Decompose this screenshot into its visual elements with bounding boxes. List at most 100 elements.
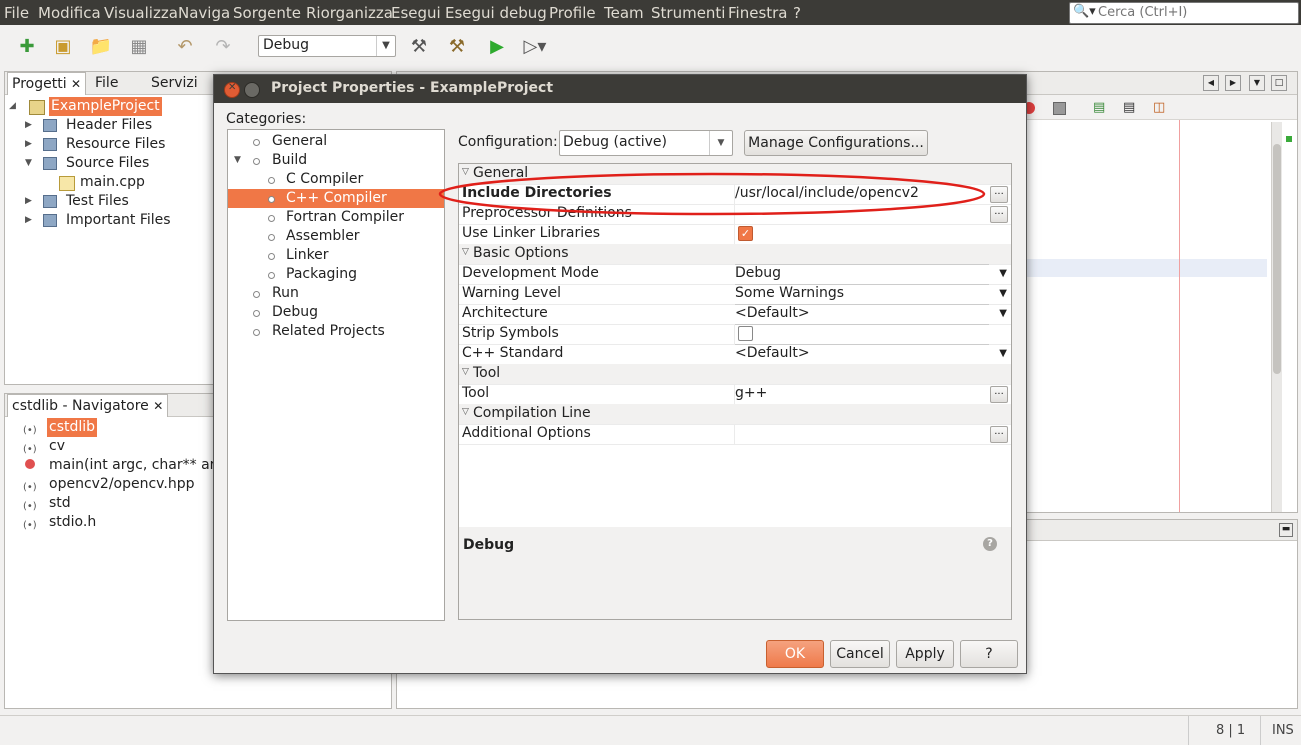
save-all-icon[interactable]: ▦ bbox=[126, 33, 152, 59]
prop-strip-symbols[interactable]: Strip Symbols bbox=[459, 324, 1011, 345]
prop-cpp-standard[interactable]: C++ Standard <Default> ▼ bbox=[459, 344, 1011, 365]
tab-list-icon[interactable]: ▼ bbox=[1249, 75, 1265, 91]
clean-build-icon[interactable]: ⚒ bbox=[444, 33, 470, 59]
category-cpp-compiler[interactable]: C++ Compiler bbox=[228, 189, 444, 208]
apply-button[interactable]: Apply bbox=[896, 640, 954, 668]
category-packaging[interactable]: Packaging bbox=[228, 265, 444, 284]
manage-configurations-button[interactable]: Manage Configurations... bbox=[744, 130, 928, 156]
search-input[interactable] bbox=[1098, 4, 1293, 20]
category-build[interactable]: ▼ Build bbox=[228, 151, 444, 170]
menu-finestra[interactable]: Finestra bbox=[728, 4, 788, 22]
cpp-file-icon bbox=[59, 176, 75, 191]
search-icon: 🔍▾ bbox=[1073, 4, 1096, 19]
category-general[interactable]: General bbox=[228, 132, 444, 151]
open-project-icon[interactable]: 📁 bbox=[88, 33, 114, 59]
tab-servizi[interactable]: Servizi bbox=[147, 72, 202, 94]
menu-riorganizza[interactable]: Riorganizza bbox=[306, 4, 393, 22]
status-divider bbox=[1188, 716, 1189, 745]
search-box[interactable]: 🔍▾ bbox=[1069, 2, 1299, 24]
menu-team[interactable]: Team bbox=[604, 4, 644, 22]
use-linker-libraries-checkbox[interactable]: ✓ bbox=[738, 226, 753, 241]
category-fortran-compiler[interactable]: Fortran Compiler bbox=[228, 208, 444, 227]
close-icon[interactable]: ✕ bbox=[153, 399, 163, 413]
scrollbar-thumb[interactable] bbox=[1273, 144, 1281, 374]
tab-progetti[interactable]: Progetti ✕ bbox=[7, 72, 87, 95]
menu-profile[interactable]: Profile bbox=[549, 4, 596, 22]
help-button[interactable]: ? bbox=[960, 640, 1018, 668]
group-compilation-line[interactable]: ▽ Compilation Line bbox=[459, 404, 1011, 425]
menu-file[interactable]: File bbox=[4, 4, 29, 22]
collapsed-triangle-icon: ▶ bbox=[25, 139, 32, 149]
prop-warning-level[interactable]: Warning Level Some Warnings ▼ bbox=[459, 284, 1011, 305]
prop-tool[interactable]: Tool g++ ... bbox=[459, 384, 1011, 405]
column-separator bbox=[734, 324, 735, 344]
project-properties-dialog: ✕ Project Properties - ExampleProject Ca… bbox=[213, 74, 1027, 674]
edit-ellipsis-button[interactable]: ... bbox=[990, 426, 1008, 443]
help-icon[interactable]: ? bbox=[983, 537, 997, 551]
menu-esegui[interactable]: Esegui bbox=[391, 4, 441, 22]
prop-additional-options[interactable]: Additional Options ... bbox=[459, 424, 1011, 445]
category-assembler[interactable]: Assembler bbox=[228, 227, 444, 246]
node-bullet-icon bbox=[253, 139, 260, 146]
menu-modifica[interactable]: Modifica bbox=[38, 4, 101, 22]
category-run[interactable]: Run bbox=[228, 284, 444, 303]
prop-development-mode[interactable]: Development Mode Debug ▼ bbox=[459, 264, 1011, 285]
configuration-select[interactable]: Debug ▼ bbox=[258, 35, 396, 57]
tab-navigator[interactable]: cstdlib - Navigatore ✕ bbox=[7, 394, 169, 417]
group-basic-options[interactable]: ▽ Basic Options bbox=[459, 244, 1011, 265]
comment-icon[interactable]: ▤ bbox=[1093, 100, 1105, 115]
editor-scrollbar[interactable] bbox=[1271, 122, 1282, 512]
new-project-icon[interactable]: ▣ bbox=[50, 33, 76, 59]
redo-icon[interactable]: ↷ bbox=[210, 33, 236, 59]
node-bullet-icon bbox=[253, 158, 260, 165]
node-bullet-icon bbox=[253, 291, 260, 298]
column-separator bbox=[734, 424, 735, 444]
chevron-down-icon[interactable]: ▼ bbox=[999, 288, 1007, 299]
edit-ellipsis-button[interactable]: ... bbox=[990, 206, 1008, 223]
tab-file[interactable]: File bbox=[91, 72, 122, 94]
debug-icon[interactable]: ▷▾ bbox=[522, 33, 548, 59]
category-debug[interactable]: Debug bbox=[228, 303, 444, 322]
menu-visualizza[interactable]: Visualizza bbox=[104, 4, 178, 22]
category-linker[interactable]: Linker bbox=[228, 246, 444, 265]
cursor-position: 8 | 1 bbox=[1216, 723, 1246, 738]
property-sheet-empty bbox=[459, 446, 1011, 528]
menu-esegui-debug[interactable]: Esegui debug bbox=[445, 4, 547, 22]
stop-icon[interactable] bbox=[1053, 102, 1066, 115]
scroll-tabs-left-icon[interactable]: ◀ bbox=[1203, 75, 1219, 91]
prop-architecture[interactable]: Architecture <Default> ▼ bbox=[459, 304, 1011, 325]
group-tool[interactable]: ▽ Tool bbox=[459, 364, 1011, 385]
collapsed-triangle-icon: ▶ bbox=[25, 196, 32, 206]
ok-button[interactable]: OK bbox=[766, 640, 824, 668]
categories-tree[interactable]: General ▼ Build C Compiler C++ Compiler … bbox=[227, 129, 445, 621]
build-hammer-icon[interactable]: ⚒ bbox=[406, 33, 432, 59]
menu-sorgente[interactable]: Sorgente bbox=[233, 4, 301, 22]
minimize-icon[interactable]: ▬ bbox=[1279, 523, 1293, 537]
edit-ellipsis-button[interactable]: ... bbox=[990, 386, 1008, 403]
dialog-maximize-button[interactable] bbox=[244, 82, 260, 98]
undo-icon[interactable]: ↶ bbox=[172, 33, 198, 59]
cancel-button[interactable]: Cancel bbox=[830, 640, 890, 668]
category-c-compiler[interactable]: C Compiler bbox=[228, 170, 444, 189]
diff-icon[interactable]: ◫ bbox=[1153, 100, 1165, 115]
chevron-down-icon[interactable]: ▼ bbox=[999, 348, 1007, 359]
right-margin-line bbox=[1179, 120, 1180, 512]
uncomment-icon[interactable]: ▤ bbox=[1123, 100, 1135, 115]
scroll-tabs-right-icon[interactable]: ▶ bbox=[1225, 75, 1241, 91]
chevron-down-icon[interactable]: ▼ bbox=[999, 308, 1007, 319]
category-related-projects[interactable]: Related Projects bbox=[228, 322, 444, 341]
edit-ellipsis-button[interactable]: ... bbox=[990, 186, 1008, 203]
new-file-icon[interactable]: ✚ bbox=[14, 33, 40, 59]
menu-strumenti[interactable]: Strumenti bbox=[651, 4, 725, 22]
chevron-down-icon[interactable]: ▼ bbox=[999, 268, 1007, 279]
close-icon[interactable]: ✕ bbox=[71, 77, 81, 91]
dialog-close-button[interactable]: ✕ bbox=[224, 82, 240, 98]
prop-use-linker-libraries[interactable]: Use Linker Libraries ✓ bbox=[459, 224, 1011, 245]
maximize-icon[interactable]: □ bbox=[1271, 75, 1287, 91]
configuration-combo[interactable]: Debug (active) ▼ bbox=[559, 130, 733, 156]
menu-help[interactable]: ? bbox=[793, 4, 801, 22]
run-icon[interactable]: ▶ bbox=[484, 33, 510, 59]
menu-naviga[interactable]: Naviga bbox=[178, 4, 230, 22]
folder-icon bbox=[43, 214, 57, 227]
strip-symbols-checkbox[interactable] bbox=[738, 326, 753, 341]
